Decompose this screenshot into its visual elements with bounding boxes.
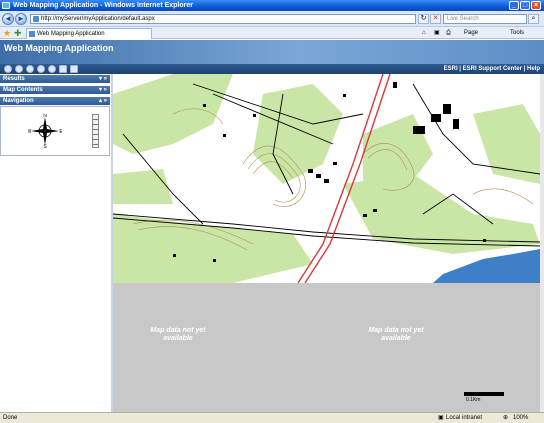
- page-icon: [33, 16, 39, 22]
- address-text: http://myServer/myApplication/default.as…: [41, 16, 155, 22]
- compass-e: E: [59, 129, 62, 135]
- print-icon[interactable]: ⎙: [446, 28, 451, 38]
- header-links[interactable]: ESRI | ESRI Support Center | Help: [444, 64, 540, 74]
- panel-map-contents-controls[interactable]: ▾ »: [99, 86, 107, 95]
- home-icon[interactable]: ⌂: [422, 28, 426, 38]
- close-button[interactable]: ×: [531, 1, 541, 10]
- zoom-out-icon[interactable]: [15, 65, 23, 73]
- scale-bar: [464, 392, 504, 396]
- forward-button[interactable]: ►: [15, 13, 27, 25]
- compass-w: W: [28, 129, 32, 135]
- identify-icon[interactable]: [48, 65, 56, 73]
- window-title: Web Mapping Application - Windows Intern…: [13, 2, 193, 9]
- maximize-button[interactable]: □: [520, 1, 530, 10]
- panel-results-controls[interactable]: ▾ »: [99, 75, 107, 84]
- page-menu[interactable]: Page: [464, 28, 478, 38]
- map-canvas[interactable]: [113, 74, 540, 283]
- map-toolbar: ESRI | ESRI Support Center | Help: [0, 64, 544, 74]
- zoom-notch: [93, 124, 98, 125]
- zoom-level-slider[interactable]: [92, 114, 99, 148]
- minimize-button[interactable]: _: [509, 1, 519, 10]
- zoom-notch: [93, 139, 98, 140]
- no-data-label-right: Map data not yet available: [368, 327, 424, 342]
- back-button[interactable]: ◄: [2, 13, 14, 25]
- zoom-in-icon[interactable]: [4, 65, 12, 73]
- page-icon: [29, 31, 35, 37]
- browser-navigation-bar: ◄ ► http://myServer/myApplication/defaul…: [0, 11, 544, 27]
- pan-icon[interactable]: [26, 65, 34, 73]
- page-scrollbar[interactable]: [540, 74, 544, 412]
- ie-icon: [2, 2, 10, 9]
- zoom-level[interactable]: 100%: [513, 413, 528, 423]
- panel-results[interactable]: Results ▾ »: [0, 75, 110, 84]
- compass-rose-icon[interactable]: N S W E: [28, 114, 62, 148]
- panel-navigation-controls[interactable]: ▴ »: [99, 97, 107, 106]
- security-zone: Local intranet: [446, 415, 483, 421]
- scale-label: 0.1Km: [466, 397, 481, 403]
- panel-map-contents-label: Map Contents: [3, 87, 43, 93]
- add-favorites-icon[interactable]: ✚: [14, 28, 22, 39]
- panel-navigation[interactable]: Navigation ▴ »: [0, 97, 110, 106]
- zoom-icon[interactable]: ⊕: [503, 413, 508, 423]
- tools-menu[interactable]: Tools: [510, 28, 524, 38]
- panel-navigation-label: Navigation: [3, 98, 34, 104]
- zoom-notch: [93, 119, 98, 120]
- feeds-icon[interactable]: ▣: [434, 28, 440, 38]
- zoom-notch: [93, 144, 98, 145]
- address-bar[interactable]: http://myServer/myApplication/default.as…: [30, 14, 416, 24]
- compass-n: N: [43, 114, 47, 119]
- tab-label: Web Mapping Application: [37, 31, 105, 37]
- no-data-label-left: Map data not yet available: [150, 327, 206, 342]
- app-header: Web Mapping Application: [0, 40, 544, 64]
- zoom-notch: [93, 129, 98, 130]
- full-extent-icon[interactable]: [37, 65, 45, 73]
- panel-results-label: Results: [3, 76, 25, 82]
- window-title-bar: Web Mapping Application - Windows Intern…: [0, 0, 544, 11]
- topographic-map: [113, 74, 540, 283]
- stop-icon[interactable]: ✕: [430, 14, 441, 24]
- status-text: Done: [3, 415, 18, 421]
- search-input[interactable]: Live Search: [443, 14, 527, 24]
- panel-map-contents[interactable]: Map Contents ▾ »: [0, 86, 110, 95]
- favorites-star-icon[interactable]: ★: [3, 28, 11, 39]
- zoom-notch: [93, 134, 98, 135]
- search-icon[interactable]: ⌕: [528, 14, 539, 24]
- app-title: Web Mapping Application: [4, 43, 114, 53]
- zone-icon: ▣: [438, 415, 444, 421]
- side-panel-body: [0, 156, 110, 412]
- print-map-icon[interactable]: [59, 65, 67, 73]
- refresh-icon[interactable]: ↻: [418, 14, 429, 24]
- measure-icon[interactable]: [70, 65, 78, 73]
- tab-web-mapping[interactable]: Web Mapping Application: [26, 28, 152, 39]
- compass-s: S: [43, 144, 47, 148]
- status-bar: Done ▣ Local intranet ⊕ 100%: [0, 412, 544, 423]
